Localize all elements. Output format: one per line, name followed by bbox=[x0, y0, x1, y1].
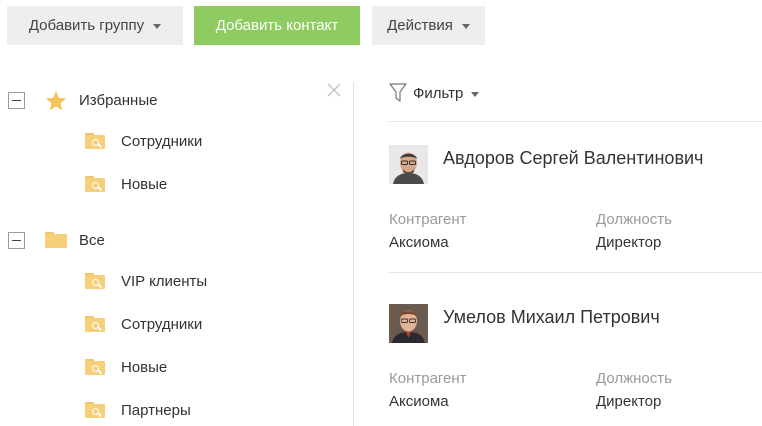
tree-node-label: Избранные bbox=[79, 91, 158, 109]
tree-item-all-partners[interactable]: Партнеры bbox=[85, 398, 191, 422]
collapse-all-toggle[interactable] bbox=[8, 232, 25, 249]
tree-item-all-vip[interactable]: VIP клиенты bbox=[85, 269, 207, 293]
add-group-label: Добавить группу bbox=[28, 17, 145, 34]
divider bbox=[389, 121, 762, 122]
position-label: Должность bbox=[596, 370, 672, 387]
collapse-favorites-toggle[interactable] bbox=[8, 92, 25, 109]
folder-search-icon bbox=[85, 359, 105, 375]
minus-icon bbox=[12, 240, 21, 241]
tree-node-favorites[interactable]: Избранные bbox=[45, 88, 157, 112]
folder-search-icon bbox=[85, 273, 105, 289]
folder-search-icon bbox=[85, 176, 105, 192]
panel-divider bbox=[353, 82, 354, 426]
divider bbox=[389, 272, 762, 273]
avatar[interactable] bbox=[389, 304, 428, 343]
account-label: Контрагент bbox=[389, 370, 467, 387]
avatar[interactable] bbox=[389, 145, 428, 184]
tree-item-favorites-new[interactable]: Новые bbox=[85, 172, 167, 196]
tree-item-label: Новые bbox=[121, 175, 168, 193]
account-value[interactable]: Аксиома bbox=[389, 393, 449, 410]
close-icon[interactable] bbox=[327, 83, 341, 97]
filter-label: Фильтр bbox=[413, 84, 464, 102]
tree-item-label: Партнеры bbox=[121, 401, 191, 419]
contact-photo bbox=[389, 145, 428, 184]
chevron-down-icon bbox=[461, 24, 470, 29]
account-value[interactable]: Аксиома bbox=[389, 234, 449, 251]
add-contact-button[interactable]: Добавить контакт bbox=[194, 6, 360, 45]
minus-icon bbox=[12, 100, 21, 101]
add-group-button[interactable]: Добавить группу bbox=[7, 6, 183, 45]
tree-item-favorites-employees[interactable]: Сотрудники bbox=[85, 129, 202, 153]
account-label: Контрагент bbox=[389, 211, 467, 228]
position-label: Должность bbox=[596, 211, 672, 228]
folder-search-icon bbox=[85, 402, 105, 418]
tree-node-all[interactable]: Все bbox=[45, 228, 105, 252]
folder-icon bbox=[45, 232, 67, 248]
actions-button[interactable]: Действия bbox=[372, 6, 485, 45]
tree-item-label: Новые bbox=[121, 358, 168, 376]
tree-node-label: Все bbox=[79, 231, 105, 249]
add-contact-label: Добавить контакт bbox=[215, 17, 339, 34]
tree-item-label: Сотрудники bbox=[121, 132, 203, 150]
star-icon bbox=[45, 90, 67, 110]
contact-name[interactable]: Авдоров Сергей Валентинович bbox=[443, 148, 703, 169]
tree-item-all-employees[interactable]: Сотрудники bbox=[85, 312, 202, 336]
folder-search-icon bbox=[85, 316, 105, 332]
position-value: Директор bbox=[596, 234, 662, 251]
contact-name[interactable]: Умелов Михаил Петрович bbox=[443, 307, 660, 328]
tree-item-all-new[interactable]: Новые bbox=[85, 355, 167, 379]
tree-item-label: Сотрудники bbox=[121, 315, 203, 333]
chevron-down-icon bbox=[153, 24, 162, 29]
tree-item-label: VIP клиенты bbox=[121, 272, 208, 290]
filter-icon bbox=[389, 83, 407, 102]
filter-button[interactable]: Фильтр bbox=[389, 82, 480, 104]
position-value: Директор bbox=[596, 393, 662, 410]
contact-photo bbox=[389, 304, 428, 343]
actions-label: Действия bbox=[387, 17, 453, 34]
chevron-down-icon bbox=[471, 91, 480, 97]
folder-search-icon bbox=[85, 133, 105, 149]
